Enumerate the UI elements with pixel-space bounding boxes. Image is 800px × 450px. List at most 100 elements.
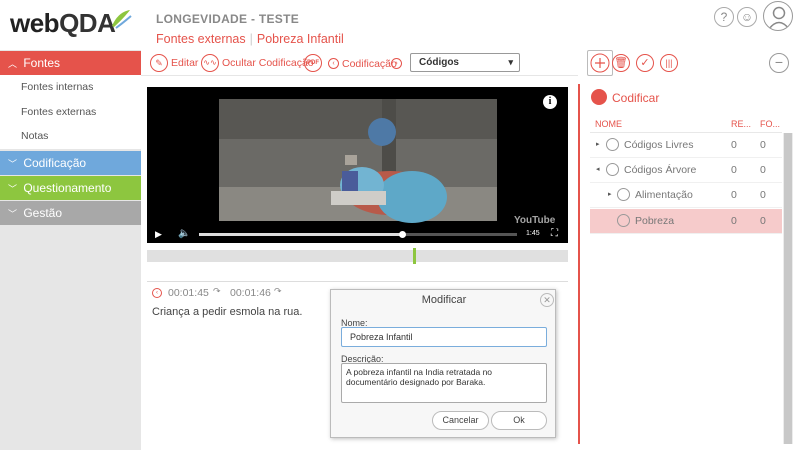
sidebar-section-label: Fontes [23,56,61,70]
breadcrumb-item[interactable]: Fontes externas [156,32,246,46]
tree-row[interactable]: ▸ Alimentação 0 0 [590,183,782,208]
sidebar-section-label: Questionamento [23,181,112,195]
trash-icon[interactable]: 🗑 [612,54,630,72]
app-header: webQDA LONGEVIDADE - TESTE Fontes extern… [0,0,800,50]
chevron-down-icon: ▾ [508,57,513,67]
add-button[interactable] [587,50,613,76]
logo-text-web: web [10,8,60,38]
codes-select[interactable]: Códigos ▾ [410,53,520,72]
segment-text[interactable]: Criança a pedir esmola na rua. [152,306,302,318]
segment-end-time: 00:01:46 [230,287,271,299]
sidebar-section-codificacao[interactable]: ﹀ Codificação [0,151,141,175]
expand-icon[interactable]: ▸ [596,140,600,148]
cancel-button[interactable]: Cancelar [432,411,489,430]
seek-bar[interactable] [199,231,517,238]
references-count: 0 [731,215,737,227]
segment-prev-icon[interactable]: ‹ [152,288,162,298]
project-title: LONGEVIDADE - TESTE [156,12,300,26]
help-icon[interactable]: ? [714,7,734,27]
sidebar-item-fontes-internas[interactable]: Fontes internas [0,75,141,100]
sidebar-item-fontes-externas[interactable]: Fontes externas [0,100,141,125]
codes-select-value: Códigos [419,57,459,68]
barcode-icon [591,89,607,105]
volume-icon[interactable]: 🔈 [178,228,190,239]
folder-icon [606,138,619,151]
coding-timeline[interactable] [147,250,568,262]
sidebar-section-questionamento[interactable]: ﹀ Questionamento [0,176,141,200]
tag-icon [617,214,630,227]
segment-start-time: 00:01:45 [168,287,209,299]
tree-row-label: Pobreza [635,215,675,227]
sources-count: 0 [760,189,766,201]
timeline-marker[interactable] [413,248,416,264]
column-header-name[interactable]: NOME [595,119,622,129]
tree-row-selected[interactable]: Pobreza 0 0 [590,209,782,234]
previous-icon[interactable]: ‹ [328,58,339,69]
name-field[interactable] [341,327,547,347]
webqda-logo[interactable]: webQDA [10,8,116,39]
sidebar-item-notas[interactable]: Notas [0,124,141,149]
ok-button[interactable]: Ok [491,411,547,430]
chevron-down-icon: ﹀ [8,209,18,219]
accessibility-icon[interactable]: ☺ [737,7,757,27]
duration-label: 1:45 [526,230,540,237]
tag-icon [617,188,630,201]
sidebar-section-fontes[interactable]: ︿ Fontes [0,51,141,75]
redo-icon[interactable]: ↷ [213,286,221,297]
panel-title: Codificar [612,91,660,105]
close-icon[interactable]: ✕ [540,293,554,307]
edit-button[interactable]: Editar [171,57,198,69]
references-count: 0 [731,189,737,201]
hide-coding-button[interactable]: Ocultar Codificação [222,57,314,69]
sources-count: 0 [760,164,766,176]
coding-label: Codificação [342,58,397,70]
sidebar-section-label: Codificação [23,156,87,170]
breadcrumb-item-current: Pobreza Infantil [256,32,344,46]
barcode-icon[interactable]: ||| [660,54,678,72]
references-count: 0 [731,139,737,151]
tree-row[interactable]: ◂ Códigos Árvore 0 0 [590,158,782,183]
modify-dialog: Modificar ✕ Nome: Descrição: A pobreza i… [330,289,556,438]
chevron-down-icon: ﹀ [8,159,18,169]
chevron-down-icon: ﹀ [8,184,18,194]
column-header-re[interactable]: RE... [731,119,751,129]
plus-icon [590,53,610,73]
video-player[interactable]: i YouTube ▶ 🔈 1:45 ⛶ [147,87,568,243]
youtube-watermark[interactable]: YouTube [514,215,555,226]
avatar[interactable] [763,1,793,31]
edit-icon[interactable]: ✎ [150,54,168,72]
folder-icon [606,163,619,176]
logo-leaf-icon [112,10,132,29]
tree-row-label: Códigos Árvore [624,164,697,176]
chevron-up-icon: ︿ [8,59,18,69]
expand-icon[interactable]: ▸ [608,190,612,198]
sources-count: 0 [760,215,766,227]
column-header-fo[interactable]: FO... [760,119,780,129]
collapse-icon[interactable]: ◂ [596,165,600,173]
tree-row-label: Códigos Livres [624,139,694,151]
collapse-icon[interactable]: − [769,53,789,73]
breadcrumb: Fontes externas | Pobreza Infantil [156,32,344,46]
seek-bar-handle[interactable] [399,231,406,238]
hide-coding-icon[interactable]: ∿∿ [201,54,219,72]
sidebar-section-label: Gestão [23,206,63,220]
video-frame [219,99,497,223]
info-icon[interactable]: i [543,95,557,109]
scrollbar-thumb[interactable] [784,133,792,444]
logo-text-qda: QDA [59,8,116,38]
fullscreen-icon[interactable]: ⛶ [551,228,558,239]
divider [147,281,568,282]
pdf-icon[interactable]: PDF [304,54,322,72]
seek-bar-progress [199,233,402,236]
references-count: 0 [731,164,737,176]
play-icon[interactable]: ▶ [155,229,162,240]
brush-icon[interactable]: ✓ [636,54,654,72]
sources-count: 0 [760,139,766,151]
tree-row[interactable]: ▸ Códigos Livres 0 0 [590,133,782,158]
user-icon [768,6,790,30]
description-field[interactable]: A pobreza infantil na India retratada no… [341,363,547,403]
next-icon[interactable]: › [391,58,402,69]
sidebar-section-gestao[interactable]: ﹀ Gestão [0,201,141,225]
dialog-title: Modificar [421,294,467,306]
redo-icon[interactable]: ↷ [274,286,282,297]
